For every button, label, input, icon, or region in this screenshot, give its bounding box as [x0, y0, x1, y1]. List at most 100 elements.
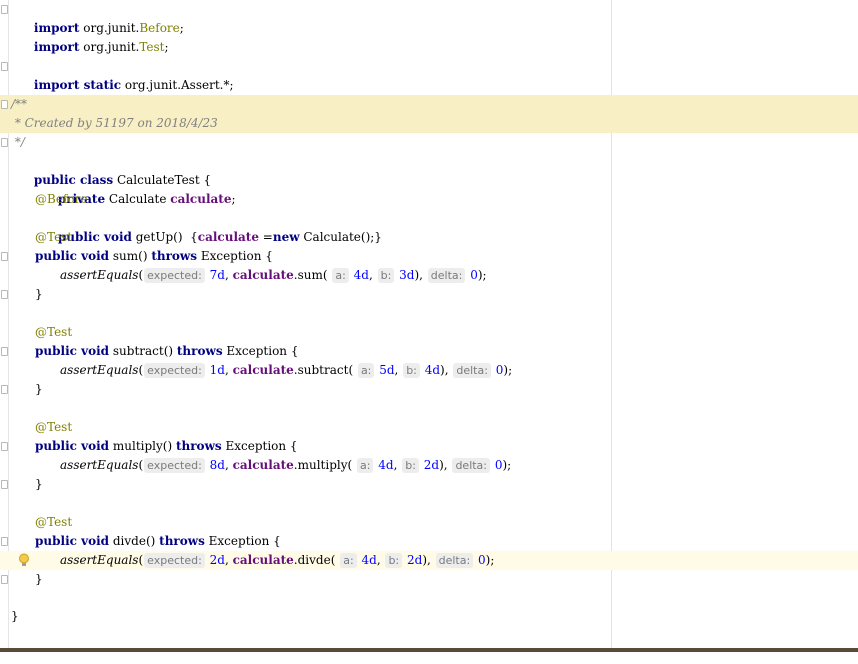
code-line-assert[interactable]: assertEquals(expected: 7d, calculate.sum…	[0, 266, 858, 285]
annotation: @Before	[35, 192, 88, 206]
annotation: @Test	[35, 420, 73, 434]
fold-marker-icon[interactable]	[1, 62, 8, 71]
parens: ()	[145, 534, 160, 548]
comma: ,	[394, 363, 403, 377]
param-hint-b: b:	[402, 458, 419, 473]
code-line-method-decl[interactable]: public void sum() throws Exception {	[0, 247, 858, 266]
param-hint-expected: expected:	[144, 363, 205, 378]
code-line-import-test[interactable]: import org.junit.Test;	[0, 19, 858, 54]
code-line-method-close[interactable]: }	[0, 380, 858, 399]
code-line-import-before[interactable]: import org.junit.Before;	[0, 0, 858, 35]
code-line-annotation-test[interactable]: @Test	[0, 513, 858, 532]
paren: (	[138, 458, 144, 472]
fold-marker-icon[interactable]	[1, 442, 8, 451]
code-editor[interactable]: import org.junit.Before; import org.juni…	[0, 0, 858, 652]
parens: ()	[163, 344, 177, 358]
code-line-setup[interactable]: public void getUp() {calculate =new Calc…	[0, 209, 858, 244]
method-call: divde	[297, 553, 331, 567]
annotation: @Test	[35, 230, 73, 244]
paren: (	[347, 458, 357, 472]
fold-marker-icon[interactable]	[1, 575, 8, 584]
fold-marker-icon[interactable]	[1, 537, 8, 546]
keyword: throws	[159, 534, 205, 548]
fold-marker-icon[interactable]	[1, 5, 8, 14]
statement-end: );	[477, 268, 487, 282]
paren: ),	[440, 363, 453, 377]
statement-end: );	[502, 458, 512, 472]
exception-type: Exception {	[204, 534, 281, 548]
statement-end: );	[503, 363, 513, 377]
assert-function: assertEquals	[60, 268, 139, 282]
fold-marker-icon[interactable]	[1, 290, 8, 299]
fold-marker-icon[interactable]	[1, 100, 8, 109]
paren: (	[322, 268, 332, 282]
code-line-field[interactable]: private Calculate calculate;	[0, 171, 858, 206]
code-line-method-decl[interactable]: public void divde() throws Exception {	[0, 532, 858, 551]
exception-type: Exception {	[221, 439, 298, 453]
closing-brace: }	[35, 572, 43, 586]
code-line-doc-close[interactable]: */	[0, 133, 858, 152]
fold-marker-icon[interactable]	[1, 138, 8, 147]
keyword: public void	[35, 439, 110, 453]
param-hint-a: a:	[332, 268, 349, 283]
parens: ()	[162, 439, 176, 453]
code-line-method-close[interactable]: }	[0, 570, 858, 589]
param-hint-a: a:	[357, 363, 375, 378]
param-hint-delta: delta:	[427, 268, 466, 283]
code-line-annotation-test[interactable]: @Test	[0, 323, 858, 342]
arg-b-value: 2d	[406, 553, 423, 567]
code-line-assert[interactable]: assertEquals(expected: 2d, calculate.div…	[0, 551, 858, 570]
param-hint-a: a:	[340, 553, 357, 568]
paren: (	[138, 268, 144, 282]
code-line-annotation-before[interactable]: @Before	[0, 190, 858, 209]
paren: ),	[439, 458, 452, 472]
code-line-class-decl[interactable]: public class CalculateTest {	[0, 152, 858, 187]
comma: ,	[224, 553, 233, 567]
param-hint-expected: expected:	[144, 268, 205, 283]
assert-function: assertEquals	[60, 553, 139, 567]
fold-marker-icon[interactable]	[1, 480, 8, 489]
paren: (	[138, 363, 144, 377]
arg-b-value: 2d	[423, 458, 440, 472]
exception-type: Exception {	[197, 249, 273, 263]
code-line-class-close[interactable]: }	[0, 607, 858, 626]
paren: (	[330, 553, 340, 567]
code-line-annotation-test[interactable]: @Test	[0, 418, 858, 437]
comma: ,	[393, 458, 402, 472]
paren: ),	[422, 553, 435, 567]
code-line-method-close[interactable]: }	[0, 285, 858, 304]
param-hint-expected: expected:	[144, 458, 205, 473]
keyword: throws	[175, 439, 222, 453]
doc-comment: */	[11, 135, 25, 149]
fold-marker-icon[interactable]	[1, 347, 8, 356]
expected-value: 8d	[209, 458, 225, 472]
param-hint-delta: delta:	[435, 553, 474, 568]
code-line-assert[interactable]: assertEquals(expected: 1d, calculate.sub…	[0, 361, 858, 380]
code-line-annotation-test[interactable]: @Test	[0, 228, 858, 247]
semicolon: ;	[164, 40, 169, 54]
arg-a-value: 5d	[379, 363, 395, 377]
code-line-import-static[interactable]: import static org.junit.Assert.*;	[0, 57, 858, 92]
paren: (	[138, 553, 144, 567]
code-line-assert[interactable]: assertEquals(expected: 8d, calculate.mul…	[0, 456, 858, 475]
imported-class: Test	[139, 40, 165, 54]
param-hint-delta: delta:	[452, 458, 491, 473]
closing-brace: }	[35, 382, 43, 396]
lightbulb-icon[interactable]	[18, 553, 30, 568]
fold-marker-icon[interactable]	[1, 252, 8, 261]
comma: ,	[224, 458, 233, 472]
field-name: calculate	[232, 268, 294, 282]
comma: ,	[368, 268, 377, 282]
code-line-method-close[interactable]: }	[0, 475, 858, 494]
code-line-method-decl[interactable]: public void multiply() throws Exception …	[0, 437, 858, 456]
comma: ,	[224, 268, 233, 282]
code-line-doc-open[interactable]: /**	[0, 95, 858, 114]
paren: ),	[414, 268, 427, 282]
keyword: import	[33, 40, 80, 54]
fold-marker-icon[interactable]	[1, 385, 8, 394]
expected-value: 7d	[209, 268, 225, 282]
code-line-method-decl[interactable]: public void subtract() throws Exception …	[0, 342, 858, 361]
annotation: @Test	[35, 325, 73, 339]
code-line-doc-text[interactable]: * Created by 51197 on 2018/4/23	[0, 114, 858, 133]
annotation: @Test	[35, 515, 73, 529]
